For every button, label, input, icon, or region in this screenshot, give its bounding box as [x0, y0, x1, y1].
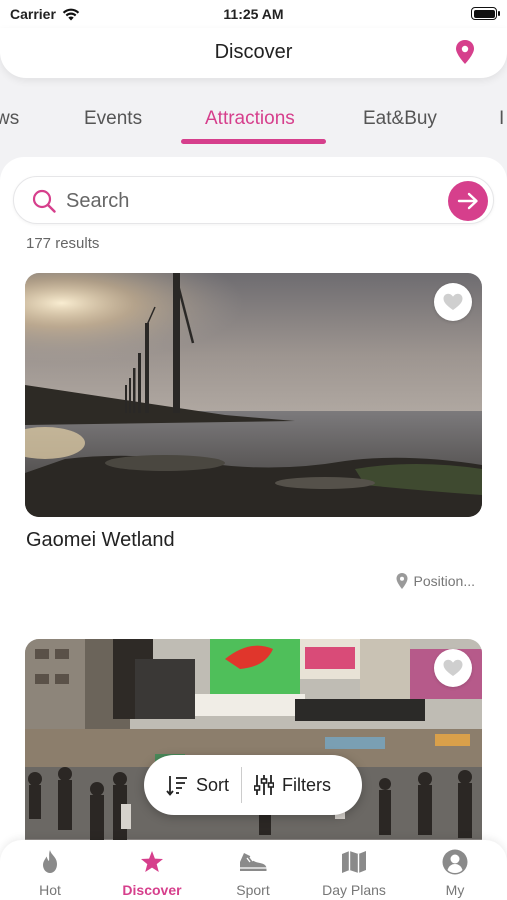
nav-discover[interactable]: Discover: [102, 848, 202, 898]
tab-news[interactable]: ws: [0, 108, 19, 130]
map-icon: [342, 851, 366, 873]
arrow-right-icon: [457, 192, 478, 210]
favorite-button[interactable]: [434, 649, 472, 687]
sneaker-icon: [240, 853, 267, 871]
attraction-card-image[interactable]: [25, 273, 482, 517]
nav-discover-label: Discover: [122, 882, 182, 898]
status-bar: Carrier 11:25 AM: [0, 0, 507, 28]
results-count: 177 results: [26, 235, 100, 252]
user-icon: [442, 849, 468, 875]
wetland-photo: [25, 273, 482, 517]
tab-next[interactable]: I: [499, 108, 504, 130]
attraction-position: Position...: [396, 573, 475, 589]
tab-events[interactable]: Events: [84, 108, 142, 130]
active-tab-indicator: [181, 139, 326, 144]
tab-attractions[interactable]: Attractions: [205, 108, 295, 130]
sort-icon: [166, 776, 187, 796]
search-submit-button[interactable]: [448, 181, 488, 221]
nav-day-plans[interactable]: Day Plans: [304, 848, 404, 898]
search-bar: [13, 176, 494, 224]
sort-filter-divider: [241, 767, 243, 803]
filters-label: Filters: [282, 774, 332, 795]
nav-day-plans-label: Day Plans: [322, 882, 386, 898]
nav-my-label: My: [445, 882, 465, 898]
location-icon: [396, 573, 408, 589]
map-pin-icon[interactable]: [455, 40, 475, 64]
heart-icon: [443, 293, 463, 310]
sort-filter-bar: Sort Filters: [144, 755, 362, 815]
battery-icon: [471, 7, 500, 20]
app-header: Discover: [0, 28, 507, 78]
search-icon: [32, 189, 56, 213]
search-input[interactable]: [66, 185, 436, 217]
page-title: Discover: [214, 41, 293, 63]
favorite-button[interactable]: [434, 283, 472, 321]
position-label: Position...: [413, 573, 475, 589]
flame-icon: [43, 850, 57, 873]
tab-eat-buy[interactable]: Eat&Buy: [363, 108, 437, 130]
heart-icon: [443, 659, 463, 676]
sort-button[interactable]: Sort: [144, 755, 229, 815]
nav-sport-label: Sport: [236, 882, 270, 898]
nav-hot[interactable]: Hot: [0, 848, 100, 898]
star-icon: [141, 851, 163, 872]
clock: 11:25 AM: [223, 6, 284, 22]
nav-sport[interactable]: Sport: [203, 848, 303, 898]
category-tabs: ws Events Attractions Eat&Buy I: [0, 92, 507, 152]
filters-button[interactable]: Filters: [254, 755, 331, 815]
sort-label: Sort: [196, 774, 230, 795]
attraction-title[interactable]: Gaomei Wetland: [26, 529, 175, 552]
bottom-tab-bar: Hot Discover Sport Day Plans My: [0, 840, 507, 900]
nav-hot-label: Hot: [39, 882, 61, 898]
nav-my[interactable]: My: [405, 848, 505, 898]
sliders-icon: [254, 775, 275, 795]
